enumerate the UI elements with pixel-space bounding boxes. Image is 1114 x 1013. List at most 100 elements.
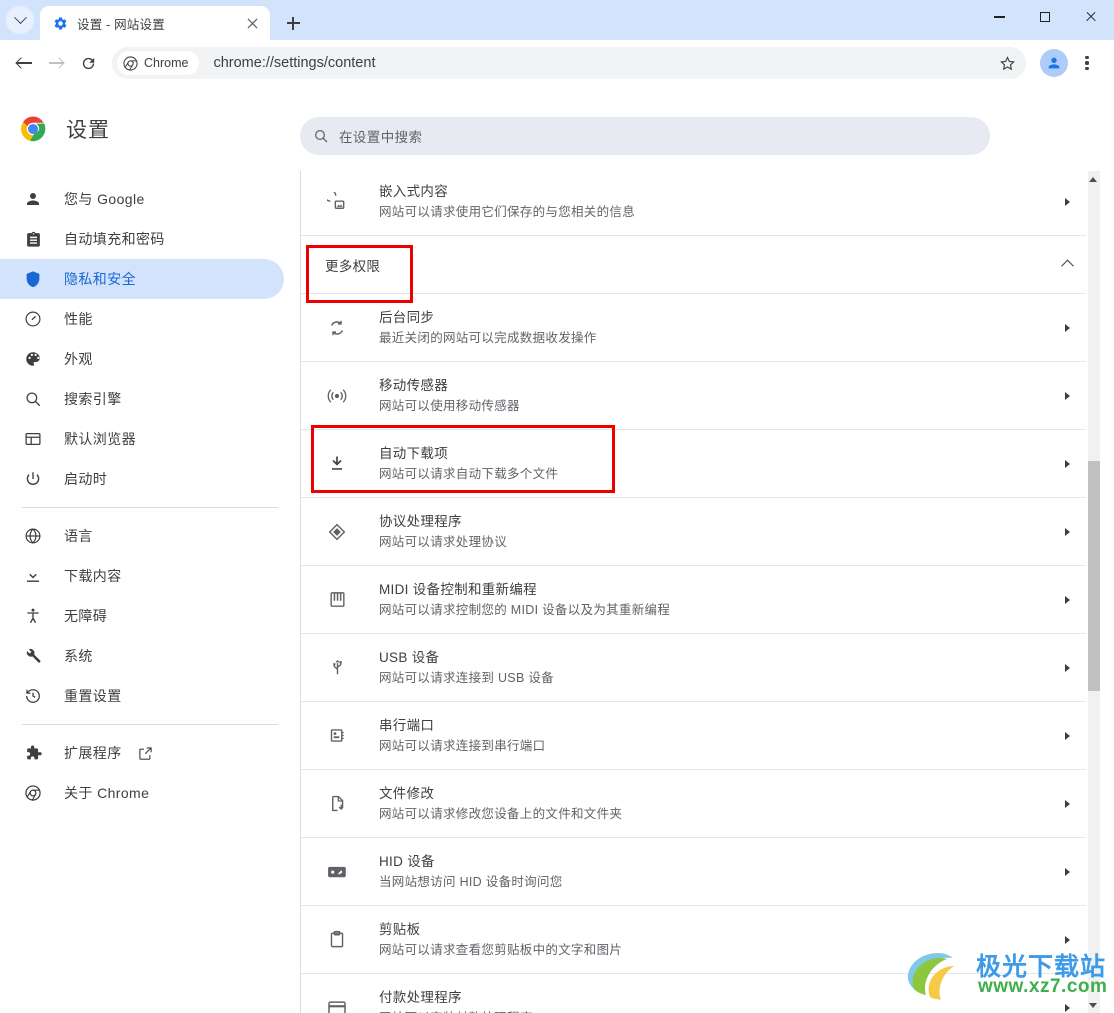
sidebar-divider (22, 507, 278, 508)
chevron-right-icon[interactable] (1057, 590, 1077, 610)
sidebar-item-on-startup[interactable]: 启动时 (0, 459, 284, 499)
content-row-usb-devices[interactable]: USB 设备 网站可以请求连接到 USB 设备 (301, 634, 1100, 702)
content-row-title: 移动传感器 (379, 377, 448, 393)
chrome-origin-chip[interactable]: Chrome (117, 51, 200, 75)
sidebar-item-default-browser[interactable]: 默认浏览器 (0, 419, 284, 459)
maximize-icon (1040, 12, 1050, 22)
content-row-text: 嵌入式内容 网站可以请求使用它们保存的与您相关的信息 (379, 182, 1057, 222)
sidebar-item-performance[interactable]: 性能 (0, 299, 284, 339)
sidebar-item-label: 重置设置 (64, 688, 122, 704)
scrollbar-thumb[interactable] (1088, 461, 1100, 691)
chevron-right-icon[interactable] (1057, 930, 1077, 950)
scroll-up-arrow[interactable] (1086, 171, 1100, 187)
scroll-down-arrow[interactable] (1086, 997, 1100, 1013)
sidebar-item-privacy-and-security[interactable]: 隐私和安全 (0, 259, 284, 299)
chrome-icon (22, 782, 44, 804)
sidebar-item-languages[interactable]: 语言 (0, 516, 284, 556)
content-row-protocol-handlers[interactable]: 协议处理程序 网站可以请求处理协议 (301, 498, 1100, 566)
payment-handler-icon (325, 996, 349, 1013)
content-row-text: 串行端口 网站可以请求连接到串行端口 (379, 716, 1057, 756)
plus-icon (286, 16, 300, 30)
sidebar-item-extensions[interactable]: 扩展程序 (0, 733, 284, 773)
content-row-embedded-content[interactable]: 嵌入式内容 网站可以请求使用它们保存的与您相关的信息 (301, 171, 1100, 236)
search-input[interactable]: 在设置中搜索 (300, 117, 990, 155)
content-row-title: 嵌入式内容 (379, 183, 448, 199)
browser-window-icon (22, 428, 44, 450)
sidebar-item-autofill[interactable]: 自动填充和密码 (0, 219, 284, 259)
power-icon (22, 468, 44, 490)
forward-button[interactable] (40, 47, 72, 79)
content-row-subtitle: 网站可以安装付款处理程序 (379, 1009, 1057, 1013)
content-row-subtitle: 网站可以请求自动下载多个文件 (379, 466, 559, 481)
sidebar-divider (22, 724, 278, 725)
chevron-right-icon[interactable] (1057, 386, 1077, 406)
content-row-hid-devices[interactable]: HID 设备 当网站想访问 HID 设备时询问您 (301, 838, 1100, 906)
reload-button[interactable] (72, 47, 104, 79)
close-tab-icon[interactable] (242, 13, 262, 33)
chevron-right-icon[interactable] (1057, 318, 1077, 338)
sidebar-item-accessibility[interactable]: 无障碍 (0, 596, 284, 636)
reload-icon (82, 57, 94, 69)
tab-strip: 设置 - 网站设置 (0, 0, 1114, 40)
tab-search-circle (6, 6, 34, 34)
sidebar-item-label: 无障碍 (64, 608, 108, 624)
maximize-button[interactable] (1022, 0, 1068, 34)
sidebar-item-reset-settings[interactable]: 重置设置 (0, 676, 284, 716)
back-button[interactable] (8, 47, 40, 79)
sidebar-item-downloads[interactable]: 下载内容 (0, 556, 284, 596)
sidebar-item-search-engine[interactable]: 搜索引擎 (0, 379, 284, 419)
content-row-background-sync[interactable]: 后台同步 最近关闭的网站可以完成数据收发操作 (301, 294, 1100, 362)
address-bar[interactable]: Chrome chrome://settings/content (112, 47, 1026, 79)
content-row-file-editing[interactable]: 文件修改 网站可以请求修改您设备上的文件和文件夹 (301, 770, 1100, 838)
content-group-title: 更多权限 (325, 258, 381, 274)
sidebar-item-about-chrome[interactable]: 关于 Chrome (0, 773, 284, 813)
chevron-right-icon[interactable] (1057, 726, 1077, 746)
chevron-right-icon[interactable] (1057, 658, 1077, 678)
content-row-text: USB 设备 网站可以请求连接到 USB 设备 (379, 648, 1057, 688)
content-group-more-permissions[interactable]: 更多权限 (301, 236, 1100, 294)
new-tab-button[interactable] (276, 6, 310, 40)
content-row-subtitle: 网站可以请求使用它们保存的与您相关的信息 (379, 204, 636, 219)
sync-icon (325, 316, 349, 340)
content-row-subtitle: 网站可以请求连接到串行端口 (379, 738, 546, 753)
chrome-chip-label: Chrome (144, 56, 189, 70)
minimize-button[interactable] (976, 0, 1022, 34)
content-row-serial-ports[interactable]: 串行端口 网站可以请求连接到串行端口 (301, 702, 1100, 770)
content-row-payment-handlers[interactable]: 付款处理程序 网站可以安装付款处理程序 (301, 974, 1100, 1013)
tab-search-button[interactable] (0, 0, 40, 40)
sidebar-item-appearance[interactable]: 外观 (0, 339, 284, 379)
chevron-up-icon[interactable] (1057, 255, 1077, 275)
chevron-right-icon[interactable] (1057, 522, 1077, 542)
content-row-motion-sensors[interactable]: 移动传感器 网站可以使用移动传感器 (301, 362, 1100, 430)
browser-menu-button[interactable] (1072, 48, 1102, 78)
tab-settings[interactable]: 设置 - 网站设置 (40, 6, 270, 40)
sidebar-item-label: 隐私和安全 (64, 271, 136, 287)
content-row-midi-devices[interactable]: MIDI 设备控制和重新编程 网站可以请求控制您的 MIDI 设备以及为其重新编… (301, 566, 1100, 634)
sidebar-item-label: 下载内容 (64, 568, 122, 584)
person-icon (22, 188, 44, 210)
content-row-text: 后台同步 最近关闭的网站可以完成数据收发操作 (379, 308, 1057, 348)
content-row-subtitle: 网站可以请求连接到 USB 设备 (379, 670, 554, 685)
motion-sensor-icon (325, 384, 349, 408)
shield-icon (22, 268, 44, 290)
menu-dot (1085, 67, 1089, 71)
content-row-automatic-downloads[interactable]: 自动下载项 网站可以请求自动下载多个文件 (301, 430, 1100, 498)
content-row-subtitle: 网站可以请求控制您的 MIDI 设备以及为其重新编程 (379, 602, 671, 617)
chevron-right-icon[interactable] (1057, 794, 1077, 814)
content-row-clipboard[interactable]: 剪贴板 网站可以请求查看您剪贴板中的文字和图片 (301, 906, 1100, 974)
chevron-right-icon[interactable] (1057, 862, 1077, 882)
sidebar-item-system[interactable]: 系统 (0, 636, 284, 676)
bookmark-star-icon[interactable] (992, 48, 1022, 78)
search-placeholder: 在设置中搜索 (339, 130, 423, 145)
sidebar-item-you-and-google[interactable]: 您与 Google (0, 179, 284, 219)
clipboard-icon (22, 228, 44, 250)
content-scrollbar[interactable] (1086, 171, 1100, 1013)
chevron-right-icon[interactable] (1057, 454, 1077, 474)
chrome-icon (123, 55, 138, 71)
chevron-right-icon[interactable] (1057, 998, 1077, 1013)
close-button[interactable] (1068, 0, 1114, 34)
profile-avatar[interactable] (1040, 49, 1068, 77)
chevron-right-icon[interactable] (1057, 192, 1077, 212)
page-title: 设置 (66, 118, 110, 142)
palette-icon (22, 348, 44, 370)
